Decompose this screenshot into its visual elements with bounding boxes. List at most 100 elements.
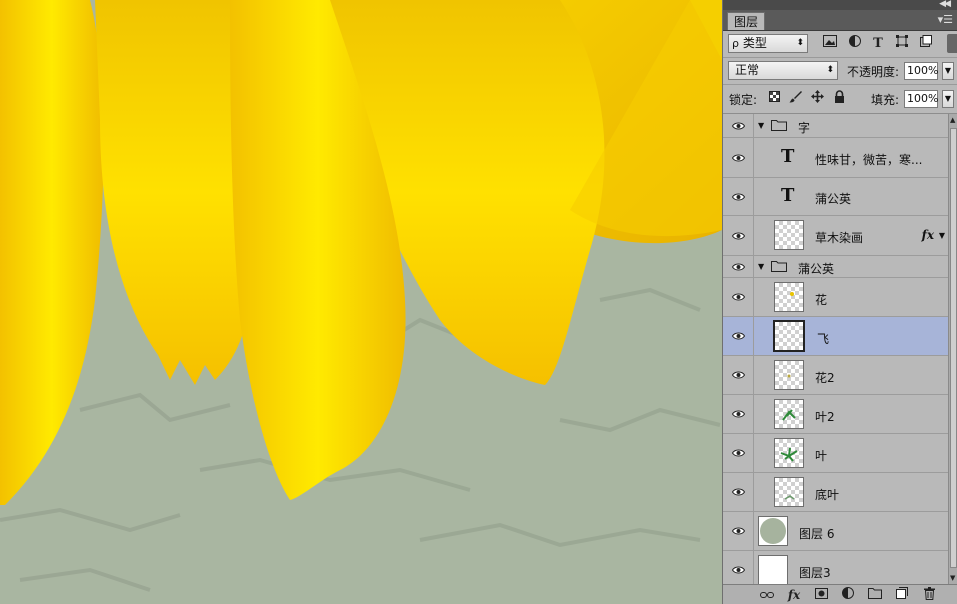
visibility-toggle[interactable] xyxy=(723,356,754,394)
panel-menu-icon[interactable]: ▾☰ xyxy=(938,13,953,26)
layer-row-pixel[interactable]: 叶 xyxy=(723,434,948,473)
layer-row-text[interactable]: T 性味甘，微苦，寒... xyxy=(723,138,948,178)
eye-icon xyxy=(732,154,745,161)
layer-name: 底叶 xyxy=(815,488,840,502)
eye-icon xyxy=(732,527,745,535)
layer-row-pixel[interactable]: 草木染画 fx ▼ xyxy=(723,216,948,256)
visibility-toggle[interactable] xyxy=(723,395,754,433)
link-layers-icon[interactable] xyxy=(759,587,775,603)
opacity-dropdown-arrow[interactable]: ▼ xyxy=(942,62,954,80)
layer-row-text[interactable]: T 蒲公英 xyxy=(723,178,948,216)
layer-row-pixel[interactable]: 图层 6 xyxy=(723,512,948,551)
eye-icon xyxy=(732,410,745,418)
text-layer-icon: T xyxy=(781,185,795,206)
visibility-toggle[interactable] xyxy=(723,178,754,215)
fill-dropdown-arrow[interactable]: ▼ xyxy=(942,90,954,108)
add-layer-style-icon[interactable]: fx xyxy=(786,587,802,603)
layer-thumbnail xyxy=(773,320,805,352)
canvas-artwork xyxy=(0,0,722,604)
visibility-toggle[interactable] xyxy=(723,512,754,550)
scrollbar-thumb[interactable] xyxy=(950,128,957,568)
layer-row-group[interactable]: ▼ 蒲公英 xyxy=(723,256,948,278)
new-adjustment-layer-icon[interactable] xyxy=(840,587,856,603)
lock-position-icon[interactable] xyxy=(809,90,825,106)
scroll-up-arrow-icon[interactable]: ▲ xyxy=(950,116,955,124)
blend-row: 正常 ⬍ 不透明度: 100% ▼ xyxy=(723,58,957,85)
layer-name: 花 xyxy=(815,293,828,307)
lock-label: 锁定: xyxy=(729,93,758,107)
layer-effects-icon[interactable]: fx xyxy=(922,228,934,242)
adjustment-filter-icon[interactable] xyxy=(846,35,864,53)
expand-effects-arrow-icon[interactable]: ▼ xyxy=(939,231,945,240)
layer-thumbnail xyxy=(774,477,804,507)
blend-mode-select[interactable]: 正常 ⬍ xyxy=(728,61,838,80)
add-mask-icon[interactable] xyxy=(813,587,829,603)
layer-row-pixel[interactable]: 底叶 xyxy=(723,473,948,512)
layer-thumbnail xyxy=(758,516,788,546)
layer-name: 性味甘，微苦，寒... xyxy=(815,153,923,167)
fill-label: 填充: xyxy=(871,93,900,107)
layers-list: ▼ 字 T 性味甘，微苦，寒... T 蒲公英 草木染画 fx ▼ ▼ 蒲公英 … xyxy=(723,114,948,584)
layer-name: 草木染画 xyxy=(815,231,864,245)
visibility-toggle[interactable] xyxy=(723,473,754,511)
visibility-toggle[interactable] xyxy=(723,138,754,177)
eye-icon xyxy=(732,449,745,457)
layer-name: 图层 6 xyxy=(799,527,835,541)
lock-all-icon[interactable] xyxy=(831,90,847,106)
lock-image-pixels-icon[interactable] xyxy=(787,90,803,106)
eye-icon xyxy=(732,371,745,379)
layer-row-pixel[interactable]: 花 xyxy=(723,278,948,317)
document-canvas[interactable] xyxy=(0,0,722,604)
visibility-toggle[interactable] xyxy=(723,434,754,472)
blend-mode-value: 正常 xyxy=(735,63,760,77)
pixel-filter-icon[interactable] xyxy=(821,35,839,53)
layer-thumbnail xyxy=(774,438,804,468)
layer-name: 花2 xyxy=(815,371,835,385)
layers-panel: ◀◀ 图层 ▾☰ ρ 类型 ⬍ T 正常 ⬍ 不透明度: 100% ▼ 锁定: … xyxy=(722,0,957,604)
layer-thumbnail xyxy=(774,399,804,429)
delete-layer-icon[interactable] xyxy=(921,587,937,603)
layer-row-pixel[interactable]: 叶2 xyxy=(723,395,948,434)
tab-layers[interactable]: 图层 xyxy=(727,12,766,30)
lock-row: 锁定: 填充: 100% ▼ xyxy=(723,85,957,114)
visibility-toggle[interactable] xyxy=(723,317,754,355)
shape-filter-icon[interactable] xyxy=(893,35,911,53)
expand-triangle-icon[interactable]: ▼ xyxy=(758,121,764,130)
layer-row-pixel[interactable]: 图层3 xyxy=(723,551,948,584)
layer-row-pixel[interactable]: 花2 xyxy=(723,356,948,395)
folder-icon xyxy=(771,260,787,275)
filter-toggle[interactable] xyxy=(947,34,957,53)
layer-name: 蒲公英 xyxy=(798,262,835,276)
visibility-toggle[interactable] xyxy=(723,551,754,584)
filter-kind-select[interactable]: ρ 类型 ⬍ xyxy=(728,34,808,53)
lock-transparent-pixels-icon[interactable] xyxy=(766,90,782,106)
eye-icon xyxy=(732,193,745,200)
layer-name: 飞 xyxy=(817,332,830,346)
visibility-toggle[interactable] xyxy=(723,256,754,277)
visibility-toggle[interactable] xyxy=(723,114,754,137)
opacity-label: 不透明度: xyxy=(847,65,900,79)
collapse-icon[interactable]: ◀◀ xyxy=(939,0,951,9)
smart-object-filter-icon[interactable] xyxy=(917,35,935,53)
scroll-down-arrow-icon[interactable]: ▼ xyxy=(950,574,955,582)
layer-row-group[interactable]: ▼ 字 xyxy=(723,114,948,138)
filter-kind-value: 类型 xyxy=(742,36,767,50)
layer-row-pixel-selected[interactable]: 飞 xyxy=(723,317,948,356)
search-icon: ρ xyxy=(732,37,739,50)
layer-name: 叶2 xyxy=(815,410,835,424)
layer-name: 字 xyxy=(798,121,811,135)
updown-arrows-icon: ⬍ xyxy=(796,38,804,48)
new-group-icon[interactable] xyxy=(867,587,883,603)
expand-triangle-icon[interactable]: ▼ xyxy=(758,262,764,271)
type-filter-icon[interactable]: T xyxy=(869,35,887,53)
layers-scrollbar[interactable]: ▲ ▼ xyxy=(948,114,957,584)
visibility-toggle[interactable] xyxy=(723,216,754,255)
eye-icon xyxy=(732,566,745,574)
eye-icon xyxy=(732,293,745,301)
eye-icon xyxy=(732,332,745,340)
fill-input[interactable]: 100% xyxy=(904,90,938,108)
visibility-toggle[interactable] xyxy=(723,278,754,316)
new-layer-icon[interactable] xyxy=(894,587,910,603)
opacity-input[interactable]: 100% xyxy=(904,62,938,80)
layer-thumbnail xyxy=(774,360,804,390)
